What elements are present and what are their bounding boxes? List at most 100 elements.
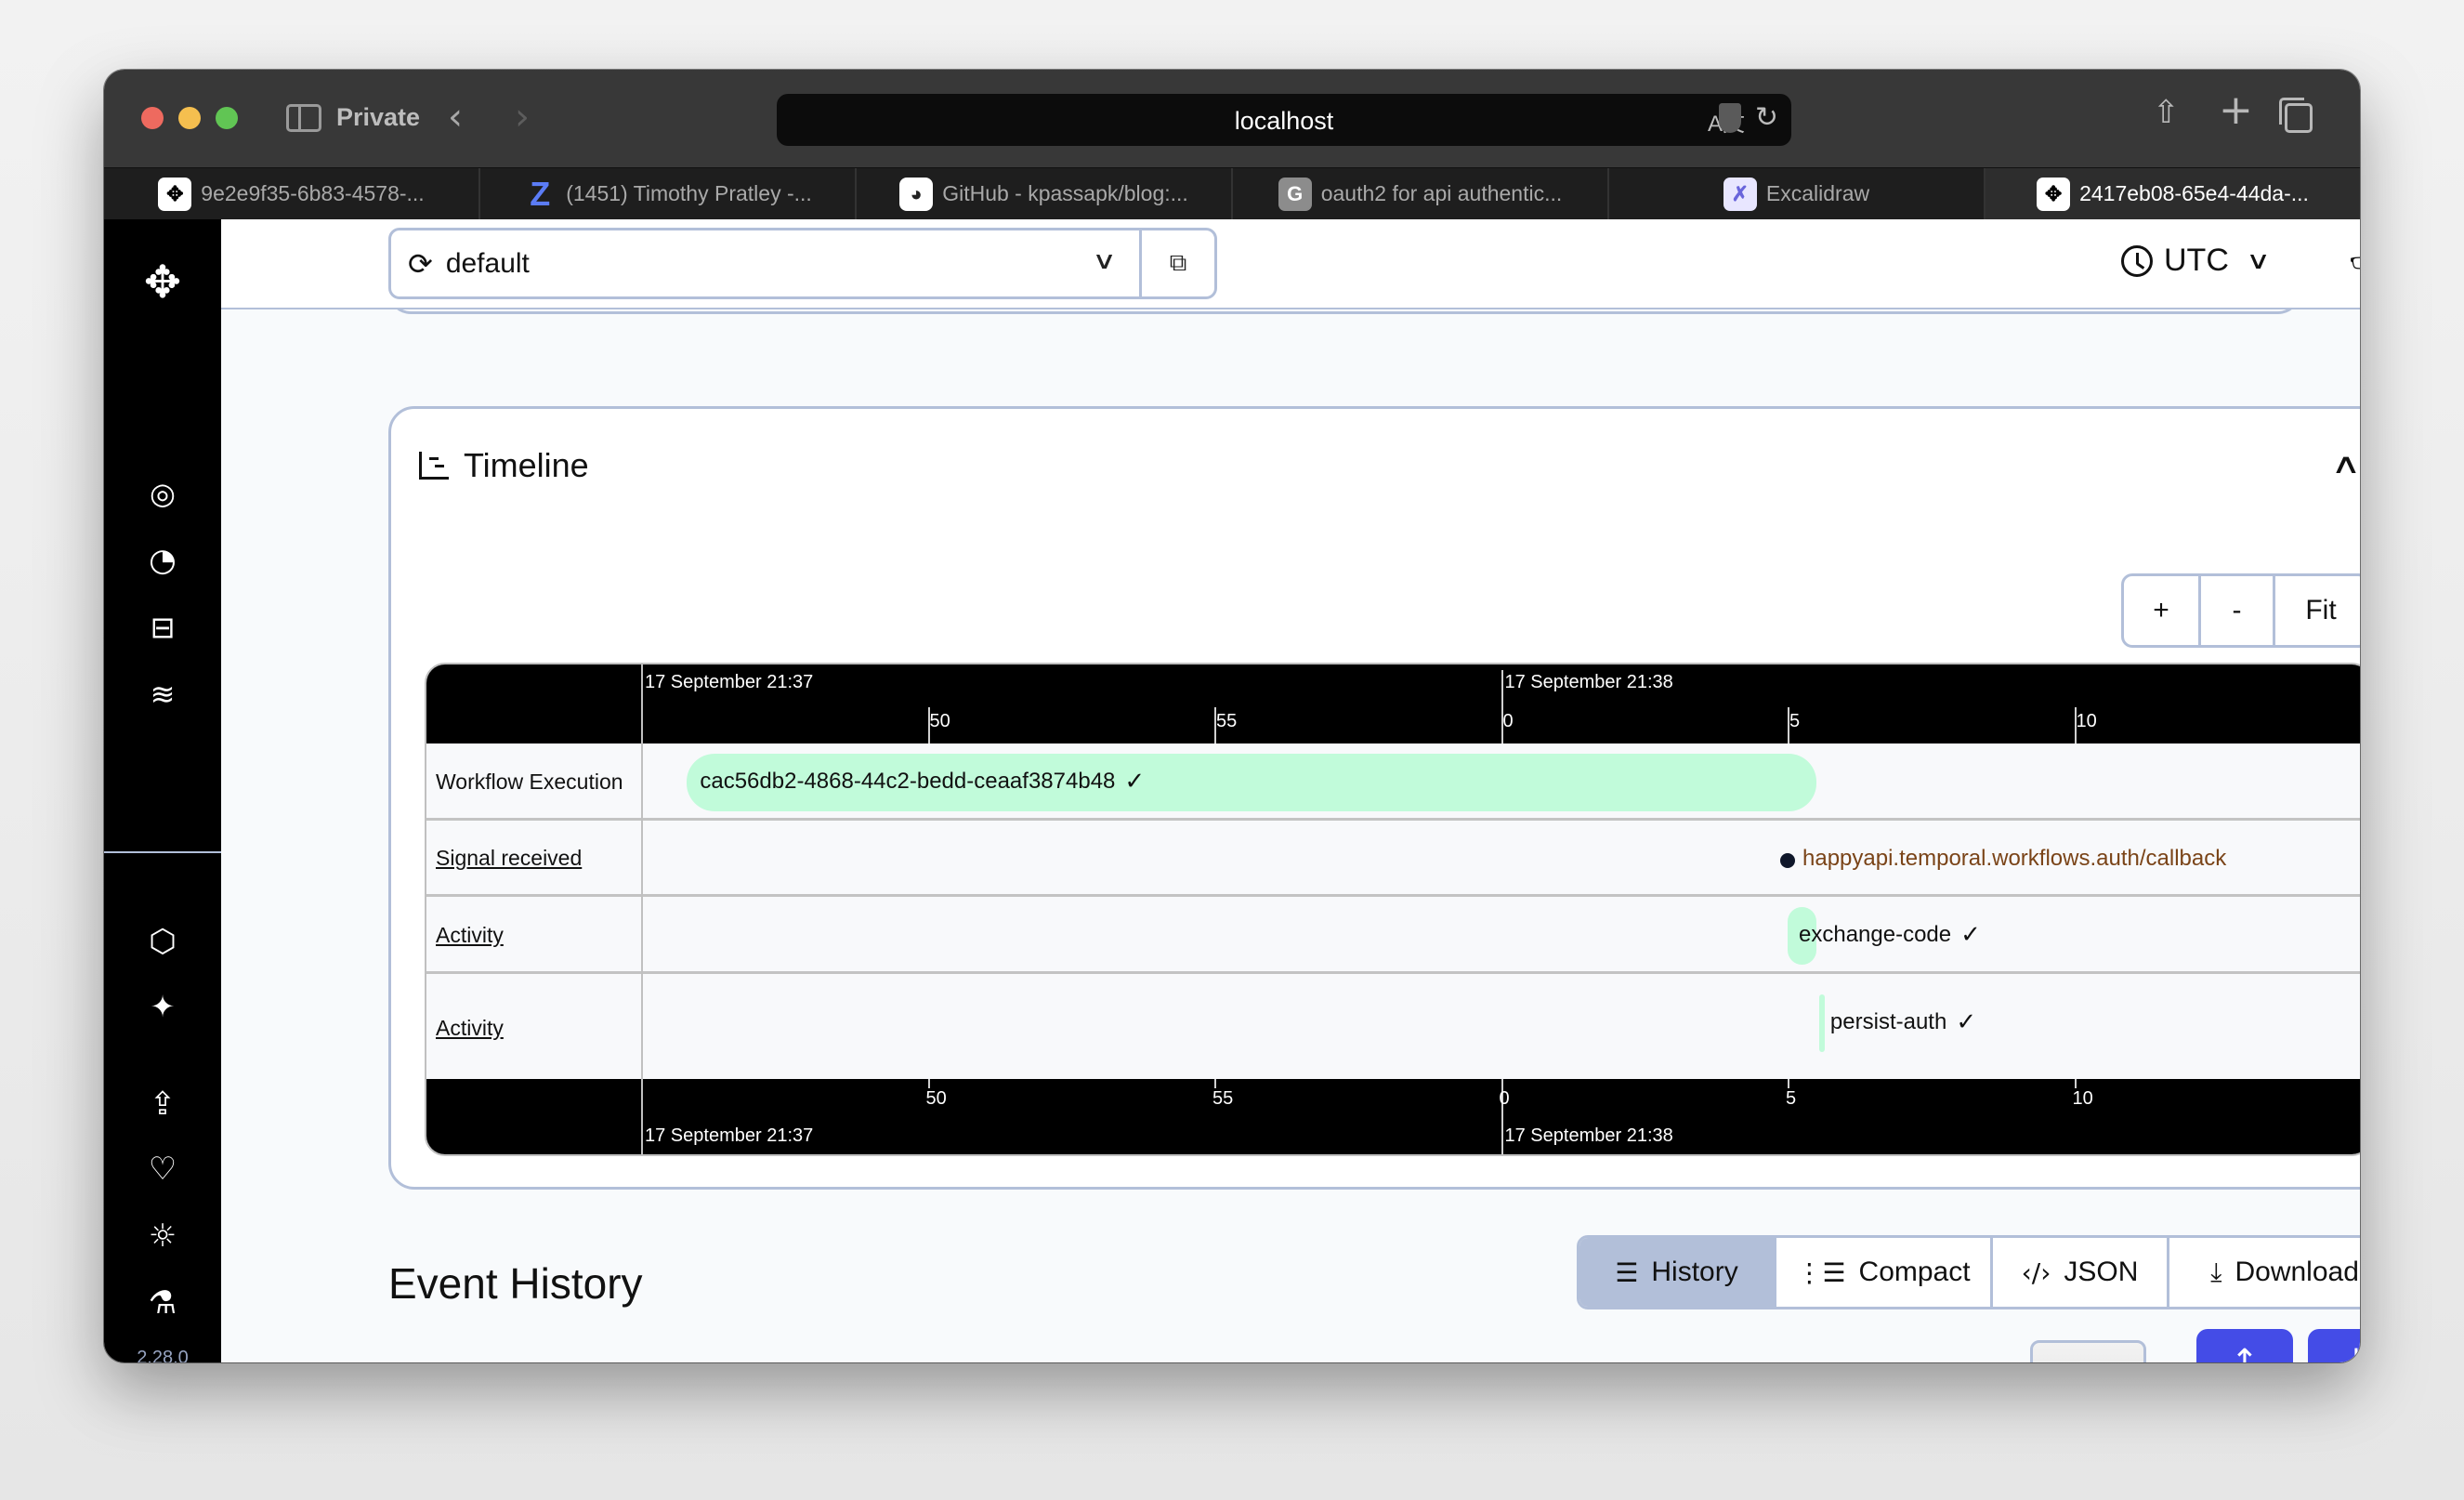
- axis-tick: [927, 1079, 930, 1088]
- z-favicon-icon: Z: [530, 174, 551, 213]
- activity-name: exchange-code ✓: [1799, 921, 1981, 949]
- tab-overview-icon[interactable]: [2279, 98, 2313, 133]
- download-button[interactable]: ⤓ Download: [2169, 1238, 2360, 1307]
- bar-label: cac56db2-4868-44c2-bedd-ceaaf3874b48: [700, 768, 1116, 794]
- browser-tab[interactable]: ✥ 9e2e9f35-6b83-4578-...: [104, 168, 480, 219]
- row-label[interactable]: Signal received: [436, 846, 582, 871]
- namespace-value: default: [445, 247, 530, 279]
- check-icon: ✓: [1956, 1007, 1977, 1036]
- collapse-chevron-up-icon[interactable]: ∧: [2331, 448, 2360, 480]
- axis-tick-label: 15: [2359, 1088, 2360, 1110]
- axis-tick: [1788, 1079, 1789, 1088]
- namespace-dropdown[interactable]: ⟳ default ∨: [391, 230, 1142, 296]
- zoom-controls: + - Fit: [2121, 573, 2360, 648]
- reload-icon[interactable]: ↻: [1755, 101, 1778, 134]
- glasses-icon[interactable]: 👓︎: [2349, 245, 2360, 281]
- arrow-up-icon: ↑: [2230, 1343, 2260, 1362]
- new-tab-icon[interactable]: +: [2219, 86, 2253, 134]
- scroll-to-bottom-button[interactable]: ↓: [2308, 1329, 2360, 1362]
- view-label: Download: [2235, 1257, 2359, 1287]
- axis-tick: [1214, 1079, 1216, 1088]
- tab-title: Excalidraw: [1765, 181, 1870, 205]
- history-view-tabs: ☰ History ⋮☰ Compact ‹/› JSON ⤓ Download: [1577, 1235, 2360, 1309]
- upload-icon[interactable]: ⇪: [104, 1086, 221, 1123]
- zoom-in-button[interactable]: +: [2124, 576, 2201, 645]
- forward-button[interactable]: ›: [515, 96, 530, 138]
- activity-name: persist-auth ✓: [1830, 1008, 1976, 1036]
- browser-tab[interactable]: ✗ Excalidraw: [1609, 168, 1986, 219]
- bar-label: exchange-code: [1799, 921, 1952, 947]
- page-size-select[interactable]: 100 ▲▼: [2030, 1340, 2146, 1362]
- privacy-shield-icon[interactable]: [1719, 103, 1741, 133]
- timezone-value: UTC: [2164, 243, 2229, 278]
- tab-title: 9e2e9f35-6b83-4578-...: [201, 181, 425, 205]
- workflows-icon[interactable]: ◎: [104, 476, 221, 511]
- axis-tick-label: 5: [1786, 1088, 1797, 1109]
- axis-tick-label: 10: [2076, 711, 2097, 731]
- arrow-down-icon: ↓: [2341, 1343, 2360, 1362]
- axis-tick-label: 5: [1789, 711, 1801, 731]
- chevron-down-icon: ∨: [1092, 247, 1117, 275]
- sidebar-divider: [104, 851, 221, 853]
- namespaces-cube-icon[interactable]: ⬡: [104, 923, 221, 960]
- labs-flask-icon[interactable]: ⚗: [104, 1284, 221, 1322]
- axis-tick-label: 55: [1216, 711, 1238, 731]
- history-view-button[interactable]: ☰ History: [1579, 1238, 1776, 1307]
- zoom-out-button[interactable]: -: [2201, 576, 2275, 645]
- row-label: Workflow Execution: [436, 769, 623, 794]
- view-label: Compact: [1858, 1257, 1971, 1287]
- timeline-header: Timeline: [419, 446, 589, 485]
- signal-marker[interactable]: [1780, 853, 1795, 868]
- timeline-row: Workflow Execution cac56db2-4868-44c2-bed…: [426, 743, 2360, 821]
- compact-view-button[interactable]: ⋮☰ Compact: [1776, 1238, 1993, 1307]
- axis-date-label: 17 September 21:38: [1504, 1125, 1673, 1146]
- row-label[interactable]: Activity: [436, 1016, 504, 1041]
- axis-date-label: 17 September 21:37: [645, 672, 814, 692]
- page-size-value: 100: [2046, 1359, 2095, 1362]
- activity-bar[interactable]: [1818, 993, 1826, 1052]
- axis-tick: [1501, 1079, 1503, 1088]
- temporal-favicon-icon: ✥: [158, 177, 192, 211]
- browser-tab-active[interactable]: ✥ 2417eb08-65e4-44da-...: [1986, 168, 2360, 219]
- sidebar-toggle-icon[interactable]: [286, 104, 321, 132]
- namespace-select[interactable]: ⟳ default ∨ ⧉: [388, 228, 1217, 299]
- back-button[interactable]: ‹: [448, 96, 463, 138]
- timeline-icon: [419, 452, 449, 480]
- layers-icon[interactable]: ≋: [104, 677, 221, 712]
- axis-date-label: 17 September 21:38: [1504, 672, 1673, 692]
- json-view-button[interactable]: ‹/› JSON: [1993, 1238, 2169, 1307]
- docs-book-icon[interactable]: ✦: [104, 989, 221, 1024]
- clock-icon: [2121, 244, 2153, 277]
- url-text: localhost: [1234, 107, 1334, 135]
- timezone-select[interactable]: UTC ∨: [2121, 243, 2271, 279]
- maximize-window-button[interactable]: [216, 107, 238, 129]
- browser-tab[interactable]: ◕ GitHub - kpassapk/blog:...: [857, 168, 1233, 219]
- workflow-id: cac56db2-4868-44c2-bedd-ceaaf3874b48 ✓: [700, 768, 1145, 796]
- archive-icon[interactable]: ⊟: [104, 610, 221, 645]
- zoom-fit-button[interactable]: Fit: [2275, 576, 2360, 645]
- browser-toolbar: Private ‹ › localhost A文 ↻ ⇧ +: [104, 70, 2360, 167]
- browser-window: Private ‹ › localhost A文 ↻ ⇧ + ✥ 9e2e9f3…: [104, 70, 2360, 1362]
- timeline-chart[interactable]: 17 September 21:37 17 September 21:38 50 55…: [425, 663, 2360, 1156]
- schedules-icon[interactable]: ◔: [104, 542, 221, 579]
- excalidraw-favicon-icon: ✗: [1723, 177, 1757, 211]
- g-favicon-icon: G: [1278, 177, 1312, 211]
- feedback-heart-icon[interactable]: ♡: [104, 1151, 221, 1188]
- browser-tab[interactable]: G oauth2 for api authentic...: [1233, 168, 1609, 219]
- close-window-button[interactable]: [141, 107, 164, 129]
- chevron-down-icon: ∨: [2246, 246, 2271, 275]
- scroll-to-top-button[interactable]: ↑: [2196, 1329, 2293, 1362]
- theme-sun-icon[interactable]: ☼: [104, 1217, 221, 1255]
- timeline-axis-top: 17 September 21:37 17 September 21:38 50 55…: [426, 664, 2360, 743]
- row-label[interactable]: Activity: [436, 923, 504, 948]
- app-header: ⟳ default ∨ ⧉ UTC ∨ 👓︎: [221, 219, 2360, 309]
- open-namespace-button[interactable]: ⧉: [1142, 230, 1214, 296]
- browser-tab[interactable]: Z (1451) Timothy Pratley -...: [480, 168, 857, 219]
- address-bar[interactable]: localhost A文 ↻: [777, 94, 1791, 146]
- temporal-logo-icon[interactable]: ✥: [104, 257, 221, 309]
- share-icon[interactable]: ⇧: [2153, 94, 2180, 131]
- tab-strip: ✥ 9e2e9f35-6b83-4578-... Z (1451) Timoth…: [104, 167, 2360, 219]
- timeline-row: Signal received happyapi.temporal.workflo…: [426, 821, 2360, 897]
- minimize-window-button[interactable]: [178, 107, 201, 129]
- partially-hidden-text: o: [2293, 1361, 2309, 1362]
